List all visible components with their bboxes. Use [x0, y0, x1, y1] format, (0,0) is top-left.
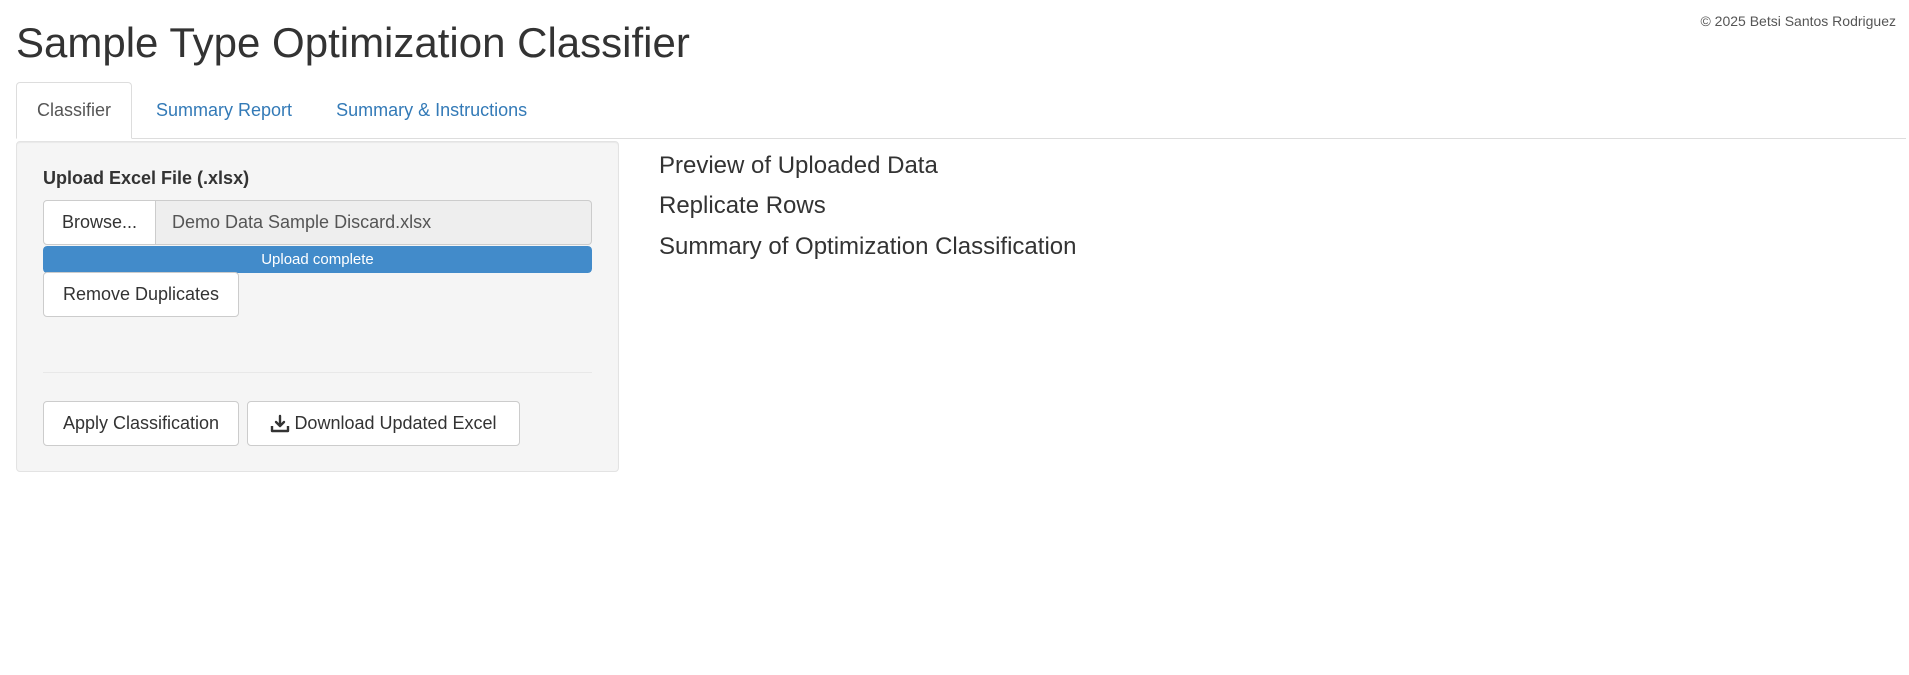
- tab-summary-instructions[interactable]: Summary & Instructions: [316, 82, 547, 138]
- file-name-field[interactable]: Demo Data Sample Discard.xlsx: [156, 200, 592, 245]
- upload-progress-bar: Upload complete: [43, 246, 592, 273]
- upload-label: Upload Excel File (.xlsx): [43, 168, 250, 188]
- divider: [43, 372, 592, 373]
- tab-classifier[interactable]: Classifier: [16, 82, 133, 139]
- page-title: Sample Type Optimization Classifier: [16, 19, 690, 66]
- remove-duplicates-label: Remove Duplicates: [62, 284, 220, 304]
- apply-classification-label: Apply Classification: [62, 413, 220, 433]
- apply-classification-button[interactable]: Apply Classification: [43, 401, 239, 446]
- file-input-group: Browse... Demo Data Sample Discard.xlsx: [43, 200, 592, 245]
- sidebar-panel: Upload Excel File (.xlsx) Browse... Demo…: [16, 141, 619, 472]
- download-updated-excel-button[interactable]: Download Updated Excel: [247, 401, 520, 446]
- copyright-notice: © 2025 Betsi Santos Rodriguez: [1700, 13, 1896, 29]
- remove-duplicates-button[interactable]: Remove Duplicates: [43, 272, 239, 317]
- browse-button[interactable]: Browse...: [43, 200, 156, 245]
- upload-progress: Upload complete: [43, 246, 592, 273]
- tab-bar: Classifier Summary Report Summary & Inst…: [16, 82, 1906, 139]
- download-label: Download Updated Excel: [294, 413, 497, 433]
- heading-replicate-rows: Replicate Rows: [659, 192, 826, 219]
- heading-preview-uploaded-data: Preview of Uploaded Data: [659, 152, 938, 179]
- download-icon: [270, 414, 290, 434]
- heading-summary-optimization-classification: Summary of Optimization Classification: [659, 233, 1077, 260]
- tab-summary-report[interactable]: Summary Report: [136, 82, 312, 138]
